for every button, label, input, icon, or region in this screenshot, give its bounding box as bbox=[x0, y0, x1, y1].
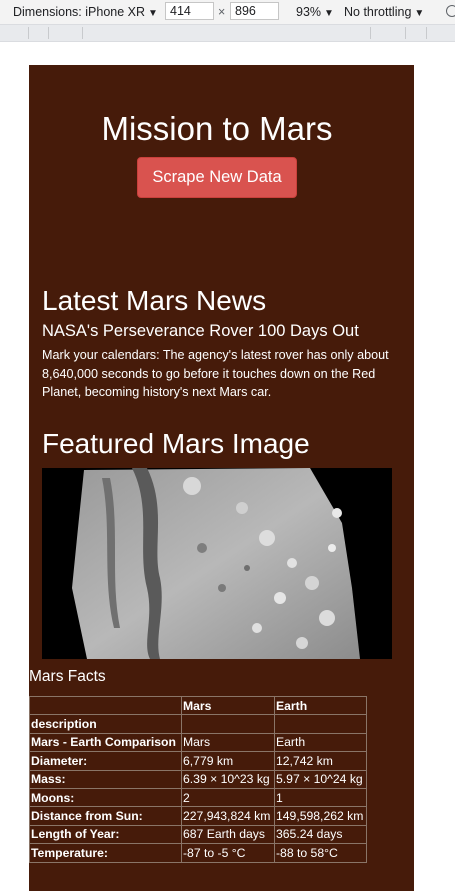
table-empty-cell bbox=[181, 714, 275, 734]
chevron-down-icon: ▼ bbox=[148, 8, 158, 19]
table-cell: -88 to 58°C bbox=[274, 843, 367, 863]
table-cell: 1 bbox=[274, 787, 367, 808]
table-cell: Temperature: bbox=[29, 843, 182, 863]
news-section-title: Latest Mars News bbox=[42, 285, 267, 316]
table-cell: 149,598,262 km bbox=[274, 806, 367, 826]
table-cell: Mass: bbox=[29, 769, 182, 789]
table-cell: Mars bbox=[181, 732, 275, 753]
table-cell: Length of Year: bbox=[29, 824, 182, 845]
table-cell: Diameter: bbox=[29, 751, 182, 771]
ruler-tick bbox=[48, 27, 49, 39]
zoom-dropdown[interactable]: 93% ▼ bbox=[296, 5, 334, 19]
ruler-tick bbox=[426, 27, 427, 39]
device-label: Dimensions: iPhone XR bbox=[13, 5, 146, 19]
table-row: Diameter: 6,779 km 12,742 km bbox=[29, 751, 367, 771]
table-header-cell: Mars bbox=[181, 695, 275, 716]
table-cell: Earth bbox=[274, 732, 367, 753]
devtools-device-toolbar: Dimensions: iPhone XR▼ × 93%▼ No throttl… bbox=[0, 0, 455, 25]
news-paragraph: Mark your calendars: The agency's latest… bbox=[42, 348, 389, 399]
times-icon: × bbox=[218, 5, 226, 19]
page-title: Mission to Mars bbox=[101, 110, 333, 147]
featured-image-section-title: Featured Mars Image bbox=[42, 428, 310, 459]
height-input[interactable] bbox=[230, 2, 279, 20]
table-header-cell: Earth bbox=[274, 695, 367, 716]
table-row: Mass: 6.39 × 10^23 kg 5.97 × 10^24 kg bbox=[29, 769, 367, 789]
table-row: Mars - Earth Comparison Mars Earth bbox=[29, 732, 367, 753]
table-cell: -87 to -5 °C bbox=[181, 843, 275, 863]
table-cell: 12,742 km bbox=[274, 751, 367, 771]
mars-surface-image bbox=[42, 468, 392, 659]
page-viewport: Mission to Mars Scrape New Data Latest M… bbox=[29, 65, 414, 891]
table-row: Moons: 2 1 bbox=[29, 787, 367, 808]
table-cell: 687 Earth days bbox=[181, 824, 275, 845]
table-cell: 6,779 km bbox=[181, 751, 275, 771]
table-row: Length of Year: 687 Earth days 365.24 da… bbox=[29, 824, 367, 845]
news-title: NASA's Perseverance Rover 100 Days Out bbox=[42, 322, 359, 340]
width-input[interactable] bbox=[165, 2, 214, 20]
chevron-down-icon: ▼ bbox=[324, 8, 334, 19]
media-query-ruler[interactable] bbox=[0, 25, 455, 42]
throttling-label: No throttling bbox=[344, 5, 412, 19]
ruler-tick bbox=[405, 27, 406, 39]
table-cell: 2 bbox=[181, 787, 275, 808]
table-cell: Mars - Earth Comparison bbox=[29, 732, 182, 753]
table-header-row: Mars Earth bbox=[29, 695, 367, 716]
ruler-tick bbox=[370, 27, 371, 39]
table-row: Distance from Sun: 227,943,824 km 149,59… bbox=[29, 806, 367, 826]
device-dropdown[interactable]: Dimensions: iPhone XR ▼ bbox=[13, 5, 158, 19]
table-cell: 6.39 × 10^23 kg bbox=[181, 769, 275, 789]
throttling-dropdown[interactable]: No throttling ▼ bbox=[344, 5, 424, 19]
table-empty-cell bbox=[274, 714, 367, 734]
zoom-label: 93% bbox=[296, 5, 322, 19]
chevron-down-icon: ▼ bbox=[414, 8, 425, 19]
ruler-tick bbox=[28, 27, 29, 39]
featured-mars-image bbox=[42, 468, 392, 659]
table-index-label: description bbox=[29, 714, 182, 734]
ruler-tick bbox=[82, 27, 83, 39]
table-cell: Distance from Sun: bbox=[29, 806, 182, 826]
table-row: Temperature: -87 to -5 °C -88 to 58°C bbox=[29, 843, 367, 863]
sensor-icon[interactable] bbox=[446, 5, 455, 17]
mars-facts-table: Mars Earth description Mars - Earth Comp… bbox=[29, 695, 367, 863]
table-cell: 227,943,824 km bbox=[181, 806, 275, 826]
table-header-cell bbox=[29, 695, 182, 716]
table-cell: Moons: bbox=[29, 787, 182, 808]
scrape-new-data-button[interactable]: Scrape New Data bbox=[137, 157, 297, 198]
table-index-row: description bbox=[29, 714, 367, 734]
table-cell: 5.97 × 10^24 kg bbox=[274, 769, 367, 789]
table-cell: 365.24 days bbox=[274, 824, 367, 845]
facts-section-title: Mars Facts bbox=[29, 668, 106, 685]
